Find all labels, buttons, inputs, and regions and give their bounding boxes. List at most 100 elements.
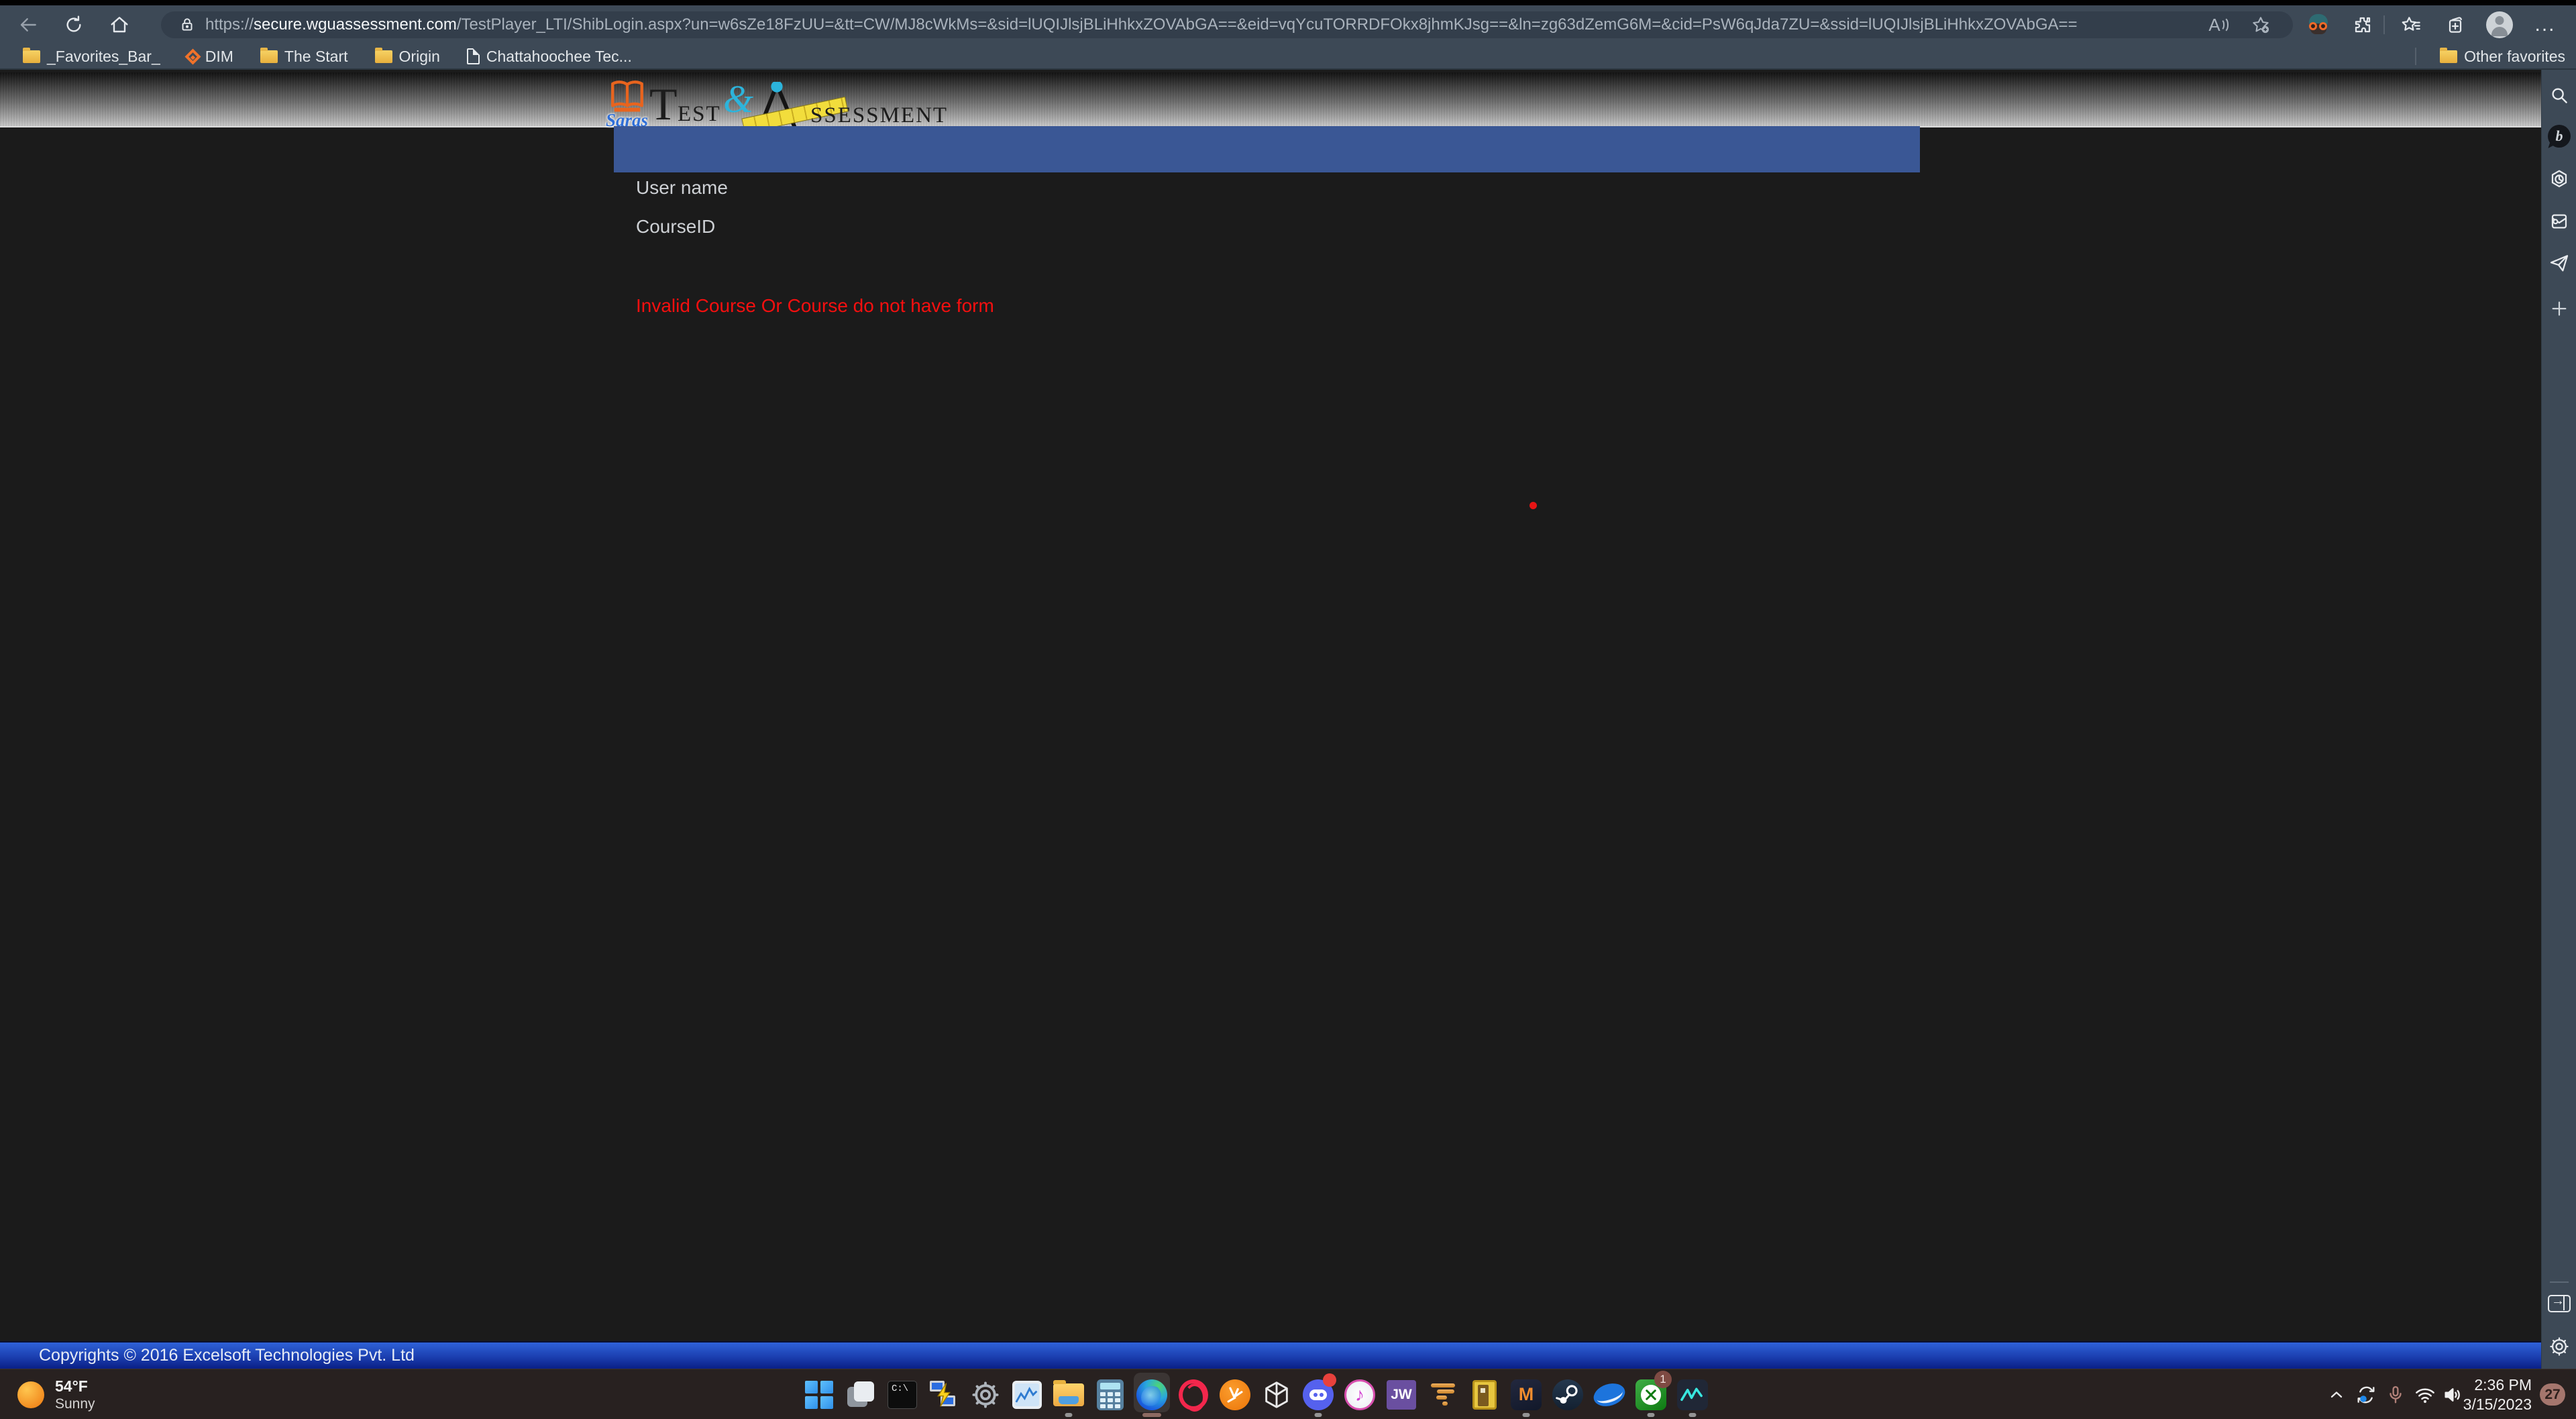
calculator-button[interactable] xyxy=(1089,1369,1131,1419)
sidebar-bing-chat-icon[interactable]: b xyxy=(2546,123,2573,150)
cube-icon xyxy=(1261,1379,1292,1410)
active-indicator xyxy=(1142,1413,1161,1417)
sidebar-search-icon[interactable] xyxy=(2546,82,2573,109)
read-aloud-icon[interactable]: A xyxy=(2202,11,2237,38)
favorite-the-start[interactable]: The Start xyxy=(247,44,362,68)
orange-burst-app-button[interactable] xyxy=(1214,1369,1256,1419)
command-prompt-button[interactable]: C:\ xyxy=(881,1369,923,1419)
add-favorite-icon[interactable] xyxy=(2243,11,2278,38)
sidebar-settings-icon[interactable] xyxy=(2546,1333,2573,1360)
running-indicator xyxy=(1648,1413,1655,1417)
copyright-text: Copyrights © 2016 Excelsoft Technologies… xyxy=(39,1346,415,1365)
voicemod-button[interactable] xyxy=(1672,1369,1713,1419)
pixel-door-icon xyxy=(1472,1380,1497,1410)
logo-letter-t: T xyxy=(649,78,678,131)
tray-microphone-icon[interactable] xyxy=(2381,1369,2410,1419)
lock-icon[interactable] xyxy=(178,16,196,34)
diamond-icon xyxy=(184,48,201,64)
extension-robot-icon[interactable] xyxy=(2301,5,2336,44)
wireframe-cube-app-button[interactable] xyxy=(1256,1369,1297,1419)
running-indicator xyxy=(1689,1413,1697,1417)
logo-ampersand: & xyxy=(723,76,753,121)
task-view-icon xyxy=(846,1380,875,1410)
tray-chevron-icon[interactable] xyxy=(2322,1369,2351,1419)
tray-date: 3/15/2023 xyxy=(2463,1395,2532,1414)
page-icon xyxy=(467,48,480,64)
steam-icon xyxy=(1552,1379,1583,1410)
m-app-button[interactable]: M xyxy=(1505,1369,1547,1419)
refresh-icon[interactable] xyxy=(55,5,93,44)
folder-icon xyxy=(23,50,40,63)
sidebar-drop-icon[interactable] xyxy=(2546,250,2573,276)
favorite-dim[interactable]: DIM xyxy=(174,44,247,68)
tray-sync-icon[interactable] xyxy=(2352,1369,2380,1419)
sidebar-panel-toggle-icon[interactable] xyxy=(2546,1290,2573,1317)
start-button[interactable] xyxy=(798,1369,840,1419)
remote-transfer-button[interactable] xyxy=(923,1369,965,1419)
folder-icon xyxy=(2440,50,2457,63)
profile-avatar[interactable] xyxy=(2482,5,2517,44)
favorite-favorites-bar-folder[interactable]: _Favorites_Bar_ xyxy=(9,44,174,68)
url-text[interactable]: https://secure.wguassessment.com/TestPla… xyxy=(205,15,2078,34)
home-icon[interactable] xyxy=(101,5,138,44)
favorite-origin[interactable]: Origin xyxy=(362,44,453,68)
discord-button[interactable] xyxy=(1297,1369,1339,1419)
opera-gx-button[interactable] xyxy=(1173,1369,1214,1419)
settings-button[interactable] xyxy=(965,1369,1006,1419)
pixel-door-app-button[interactable] xyxy=(1464,1369,1505,1419)
settings-more-icon[interactable]: ... xyxy=(2528,5,2563,44)
tray-wifi-icon[interactable] xyxy=(2411,1369,2439,1419)
browser-toolbar: https://secure.wguassessment.com/TestPla… xyxy=(0,5,2576,44)
sun-icon xyxy=(17,1381,44,1408)
edge-icon xyxy=(1136,1379,1167,1410)
edge-button[interactable] xyxy=(1131,1369,1173,1419)
collections-icon[interactable] xyxy=(2438,5,2473,44)
jw-library-icon: JW xyxy=(1387,1380,1416,1410)
favorites-bar: _Favorites_Bar_ DIM The Start Origin Cha… xyxy=(0,44,2576,70)
file-explorer-icon xyxy=(1053,1383,1084,1406)
task-view-button[interactable] xyxy=(840,1369,881,1419)
extensions-puzzle-icon[interactable] xyxy=(2345,5,2380,44)
running-indicator xyxy=(1523,1413,1530,1417)
command-prompt-icon: C:\ xyxy=(888,1381,917,1409)
itunes-button[interactable]: ♪ xyxy=(1339,1369,1381,1419)
opera-gx-icon xyxy=(1179,1379,1208,1410)
courseid-label: CourseID xyxy=(636,216,715,238)
favorite-chattahoochee[interactable]: Chattahoochee Tec... xyxy=(453,44,645,68)
battle-net-button[interactable] xyxy=(1589,1369,1630,1419)
orange-burst-icon xyxy=(1220,1379,1250,1410)
back-icon[interactable] xyxy=(9,5,47,44)
running-indicator xyxy=(1065,1413,1073,1417)
itunes-icon: ♪ xyxy=(1344,1379,1375,1410)
weather-temperature: 54°F xyxy=(55,1377,95,1396)
tray-clock[interactable]: 2:36 PM 3/15/2023 xyxy=(2461,1369,2532,1419)
username-label: User name xyxy=(636,177,728,199)
sidebar-add-icon[interactable] xyxy=(2546,295,2573,322)
tornado-app-button[interactable] xyxy=(1422,1369,1464,1419)
running-indicator xyxy=(1315,1413,1322,1417)
xbox-notification-badge: 1 xyxy=(1654,1371,1672,1388)
taskbar-apps: C:\ xyxy=(798,1369,1713,1419)
jw-library-button[interactable]: JW xyxy=(1381,1369,1422,1419)
sidebar-outlook-icon[interactable] xyxy=(2546,208,2573,235)
tray-time: 2:36 PM xyxy=(2474,1375,2532,1395)
weather-widget[interactable]: 54°F Sunny xyxy=(17,1369,95,1419)
gear-icon xyxy=(970,1379,1001,1410)
favorites-separator xyxy=(2415,48,2416,65)
steam-button[interactable] xyxy=(1547,1369,1589,1419)
battle-net-icon xyxy=(1591,1379,1628,1410)
folder-icon xyxy=(260,50,278,63)
xbox-button[interactable]: 1 xyxy=(1630,1369,1672,1419)
task-manager-button[interactable] xyxy=(1006,1369,1048,1419)
other-favorites-button[interactable]: Other favorites xyxy=(2440,44,2565,68)
favorites-icon[interactable] xyxy=(2394,5,2428,44)
taskbar: 54°F Sunny C:\ xyxy=(0,1369,2576,1419)
file-explorer-button[interactable] xyxy=(1048,1369,1089,1419)
notification-count-badge[interactable]: 27 xyxy=(2540,1383,2565,1406)
weather-condition: Sunny xyxy=(55,1396,95,1412)
sidebar-hexagon-tools-icon[interactable] xyxy=(2546,166,2573,193)
address-bar[interactable]: https://secure.wguassessment.com/TestPla… xyxy=(161,11,2293,38)
webpage: Saras T EST & SSESSMENT User name Course… xyxy=(0,70,2541,1369)
page-header-band: Saras T EST & SSESSMENT xyxy=(0,72,2541,127)
logo-text-ssessment: SSESSMENT xyxy=(810,103,948,128)
